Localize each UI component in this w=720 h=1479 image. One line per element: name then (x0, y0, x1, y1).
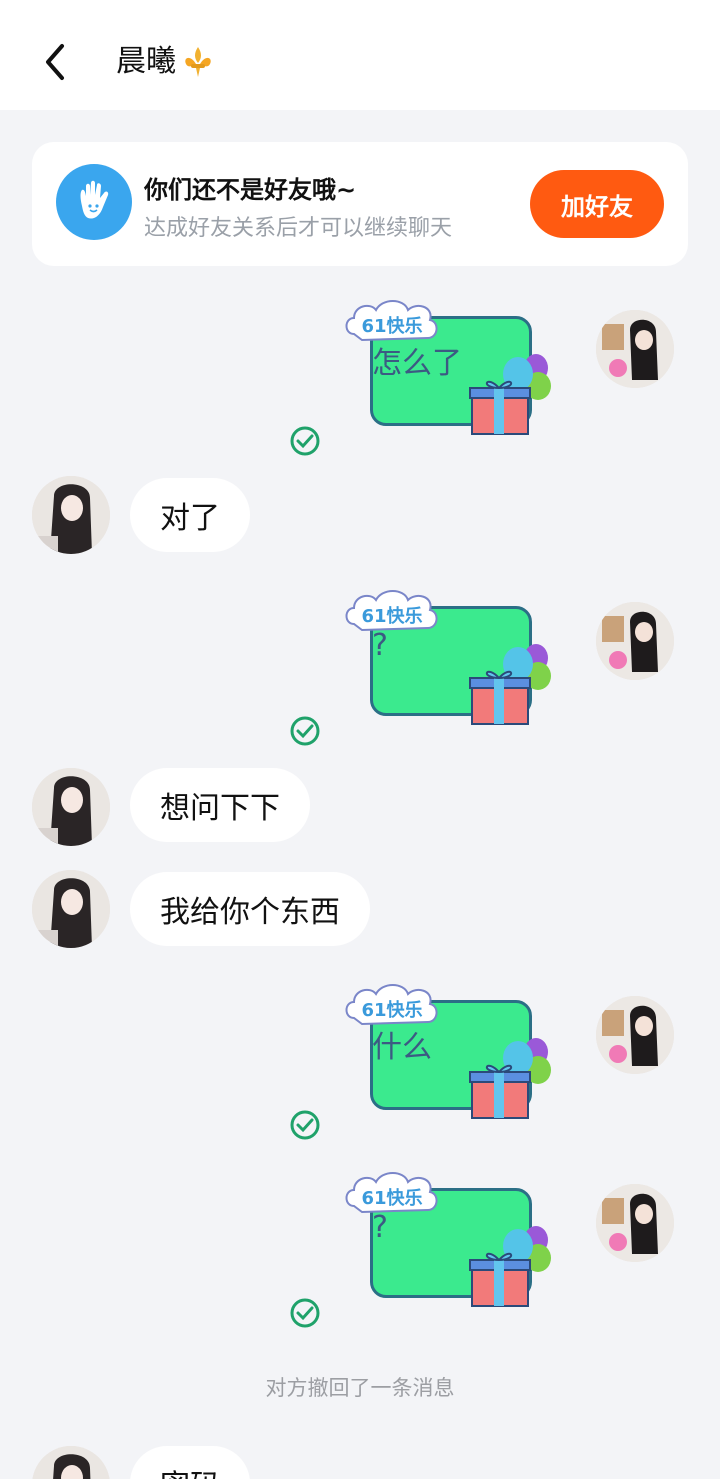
svg-text:61快乐: 61快乐 (361, 315, 422, 337)
svg-text:61快乐: 61快乐 (361, 999, 422, 1021)
message-bubble[interactable]: 对了 (130, 478, 250, 552)
my-avatar[interactable] (596, 602, 674, 680)
add-friend-button[interactable]: 加好友 (530, 170, 664, 238)
message-bubble[interactable]: 密码 (130, 1446, 250, 1479)
banner-subtitle: 达成好友关系后才可以继续聊天 (144, 216, 453, 241)
sticker-message[interactable]: 什么 61快乐 (342, 980, 556, 1130)
sticker-message[interactable]: 怎么了 61快乐 (342, 296, 556, 446)
gift-balloons-icon (469, 1038, 551, 1119)
recall-notice: 对方撤回了一条消息 (265, 1376, 455, 1400)
badge-cloud-icon: 61快乐 (345, 984, 438, 1026)
my-avatar[interactable] (596, 996, 674, 1074)
waving-hand-icon (56, 164, 132, 240)
message-bubble[interactable]: 想问下下 (130, 768, 310, 842)
contact-avatar[interactable] (32, 768, 110, 846)
contact-name: 晨曦 (116, 44, 176, 79)
contact-avatar[interactable] (32, 476, 110, 554)
chat-title[interactable]: 晨曦 (116, 44, 216, 80)
gift-balloons-icon (469, 354, 551, 435)
gift-balloons-icon (469, 1226, 551, 1307)
svg-text:61快乐: 61快乐 (361, 1187, 422, 1209)
fleur-de-lis-icon (185, 47, 211, 77)
svg-text:61快乐: 61快乐 (361, 605, 422, 627)
read-check-icon (290, 1110, 320, 1140)
badge-cloud-icon: 61快乐 (345, 300, 438, 342)
add-friend-banner: 你们还不是好友哦~ 达成好友关系后才可以继续聊天 加好友 (32, 142, 688, 266)
read-check-icon (290, 426, 320, 456)
sticker-message[interactable]: ? 61快乐 (342, 1168, 556, 1318)
sticker-message[interactable]: ? 61快乐 (342, 586, 556, 736)
back-button[interactable] (40, 42, 72, 82)
contact-avatar[interactable] (32, 870, 110, 948)
my-avatar[interactable] (596, 310, 674, 388)
gift-balloons-icon (469, 644, 551, 725)
my-avatar[interactable] (596, 1184, 674, 1262)
banner-title: 你们还不是好友哦~ (144, 176, 357, 204)
contact-avatar[interactable] (32, 1446, 110, 1479)
top-bar: 晨曦 (0, 0, 720, 110)
read-check-icon (290, 716, 320, 746)
badge-cloud-icon: 61快乐 (345, 590, 438, 632)
message-bubble[interactable]: 我给你个东西 (130, 872, 370, 946)
read-check-icon (290, 1298, 320, 1328)
chevron-left-icon (46, 44, 64, 80)
badge-cloud-icon: 61快乐 (345, 1172, 438, 1214)
